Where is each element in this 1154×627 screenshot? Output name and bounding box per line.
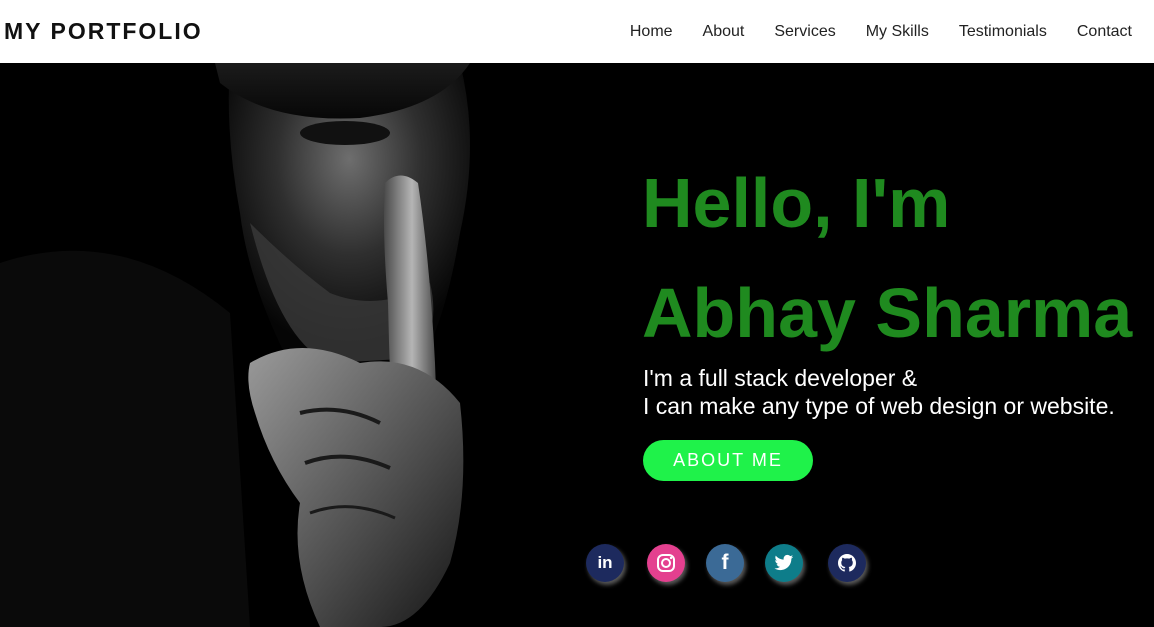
- about-me-button[interactable]: ABOUT ME: [643, 440, 813, 481]
- hero-portrait-image: [0, 63, 640, 627]
- nav-link-my-skills[interactable]: My Skills: [866, 23, 929, 41]
- hero-tagline-line2: I can make any type of web design or web…: [643, 393, 1115, 419]
- instagram-glyph: [657, 554, 675, 572]
- hero-name: Abhay Sharma: [642, 274, 1133, 352]
- twitter-glyph: [774, 554, 794, 571]
- github-icon[interactable]: [828, 544, 866, 582]
- hero-tagline-line1: I'm a full stack developer &: [643, 365, 918, 391]
- instagram-icon[interactable]: [647, 544, 685, 582]
- nav-link-services[interactable]: Services: [774, 23, 835, 41]
- hero-tagline: I'm a full stack developer & I can make …: [643, 364, 1115, 420]
- nav-link-contact[interactable]: Contact: [1077, 23, 1132, 41]
- navbar: MY PORTFOLIO Home About Services My Skil…: [0, 0, 1154, 63]
- hero-section: Hello, I'm Abhay Sharma I'm a full stack…: [0, 63, 1154, 627]
- nav-link-testimonials[interactable]: Testimonials: [959, 23, 1047, 41]
- github-glyph: [838, 554, 856, 572]
- hero-greeting: Hello, I'm: [642, 164, 951, 242]
- twitter-icon[interactable]: [765, 544, 803, 582]
- nav-link-about[interactable]: About: [703, 23, 745, 41]
- nav-link-home[interactable]: Home: [630, 23, 673, 41]
- brand-logo[interactable]: MY PORTFOLIO: [4, 18, 203, 45]
- nav-links: Home About Services My Skills Testimonia…: [600, 23, 1132, 41]
- facebook-icon[interactable]: f: [706, 544, 744, 582]
- linkedin-icon[interactable]: in: [586, 544, 624, 582]
